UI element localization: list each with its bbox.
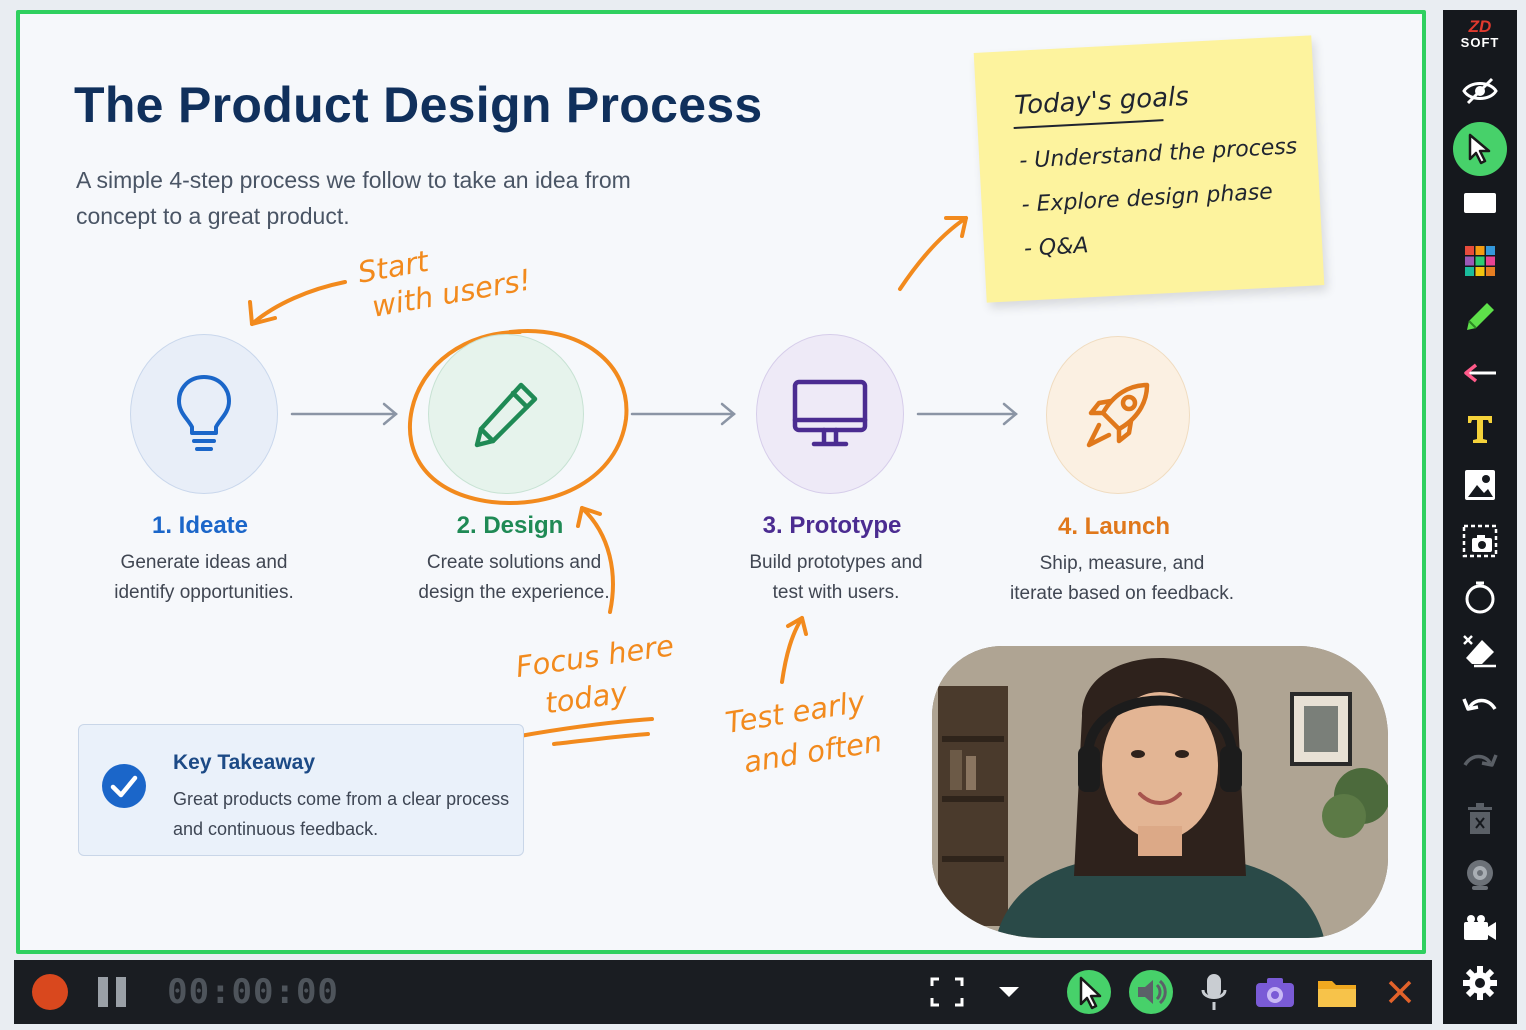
timer-tool-button[interactable] [1453,574,1507,620]
gear-icon [1463,966,1497,1000]
rocket-icon [1086,382,1150,448]
undo-icon [1462,698,1497,711]
key-takeaway-card: Key Takeaway Great products come from a … [78,724,524,856]
sticky-heading: Today's goals [1013,81,1190,121]
step-ideate-circle [130,334,278,494]
pointer-tool-button[interactable] [1453,122,1507,176]
webcam-overlay[interactable] [932,646,1388,938]
annotation-arrow-start [250,280,347,326]
cursor-capture-toggle[interactable] [1066,968,1112,1016]
video-tool-button[interactable] [1453,906,1507,952]
lightbulb-icon [177,375,231,451]
eraser-icon [1463,635,1496,668]
open-folder-button[interactable] [1314,968,1360,1016]
sticky-item-3: - Q&A [1023,233,1090,262]
annotation-underline-2 [552,732,650,746]
delete-button[interactable] [1453,796,1507,842]
highlighter-tool-button[interactable] [1453,294,1507,340]
image-tool-button[interactable] [1453,462,1507,508]
arrow-left-icon [1464,363,1496,383]
camcorder-icon [1464,915,1496,940]
annotation-toolbar: ZD SOFT [1443,10,1517,1024]
arrow-tool-button[interactable] [1453,350,1507,396]
pause-button[interactable] [90,968,134,1016]
annotation-arrow-test [780,616,804,684]
step-design-title: 2. Design [456,512,564,539]
eraser-tool-button[interactable] [1453,628,1507,674]
microphone-icon [1201,974,1227,1010]
eye-off-icon [1462,77,1498,105]
webcam-icon [1467,860,1493,890]
trash-icon [1468,803,1492,834]
hide-annotations-button[interactable] [1453,68,1507,114]
cursor-highlight-icon [1067,970,1111,1014]
app-logo: ZD SOFT [1460,17,1500,50]
step-design-circle [428,334,584,494]
webcam-toggle-button[interactable] [1453,852,1507,898]
recorder-bar: 00:00:00 [14,960,1432,1024]
highlighter-icon [1467,303,1494,330]
step-prototype-circle [756,334,904,494]
step-ideate-desc: Generate ideas and identify opportunitie… [114,552,294,603]
stopwatch-icon [1465,581,1495,614]
sticky-item-1: - Understand the process [1018,134,1298,174]
step-launch-title: 4. Launch [1057,513,1171,540]
pause-icon [98,977,126,1007]
sticky-heading-underline [1013,119,1164,130]
step-launch-circle [1046,336,1190,494]
color-palette-button[interactable] [1453,238,1507,284]
region-dropdown-button[interactable] [992,968,1026,1016]
step-launch-desc: Ship, measure, and iterate based on feed… [1010,553,1234,604]
slide-canvas: The Product Design Process A simple 4-st… [20,14,1426,954]
step-design-desc: Create solutions and design the experien… [418,552,610,603]
screenshot-area-button[interactable] [1453,518,1507,564]
folder-icon [1318,981,1356,1007]
sticky-item-2: - Explore design phase [1021,179,1274,218]
system-audio-toggle[interactable] [1128,968,1174,1016]
sticky-note[interactable]: Today's goals - Understand the process -… [973,35,1325,303]
close-recorder-button[interactable] [1380,968,1420,1016]
fullscreen-icon [930,977,964,1007]
chevron-down-icon [999,987,1019,997]
webcam-capture-toggle[interactable] [1252,968,1298,1016]
pencil-icon [474,382,538,448]
settings-button[interactable] [1453,960,1507,1006]
key-takeaway-line2: and continuous feedback. [173,819,379,839]
recording-timer: 00:00:00 [167,972,339,1012]
step-ideate-title: 1. Ideate [151,512,249,539]
step-prototype-title: 3. Prototype [762,512,902,539]
microphone-toggle[interactable] [1192,968,1236,1016]
webcam-feed [932,646,1388,938]
whiteboard-tool-button[interactable] [1453,180,1507,226]
cursor-icon [1468,133,1491,165]
record-button[interactable] [28,968,72,1016]
whiteboard-icon [1464,193,1496,213]
key-takeaway-title: Key Takeaway [173,751,316,774]
screenshot-icon [1462,524,1498,558]
annotation-arrow-goals [898,216,968,291]
step-prototype-desc: Build prototypes and test with users. [749,552,923,603]
text-t-icon [1468,416,1492,443]
key-takeaway-line1: Great products come from a clear process [173,789,510,809]
camera-icon [1256,978,1294,1007]
checkmark-circle-icon [102,764,146,808]
record-icon [32,974,68,1010]
color-grid-icon [1465,246,1495,276]
text-tool-button[interactable] [1453,406,1507,452]
undo-button[interactable] [1453,684,1507,730]
speaker-icon [1129,970,1173,1014]
image-icon [1465,470,1495,500]
fullscreen-region-button[interactable] [924,968,970,1016]
close-icon [1388,980,1412,1004]
monitor-icon [792,379,868,447]
redo-button[interactable] [1453,740,1507,786]
redo-icon [1463,754,1498,767]
